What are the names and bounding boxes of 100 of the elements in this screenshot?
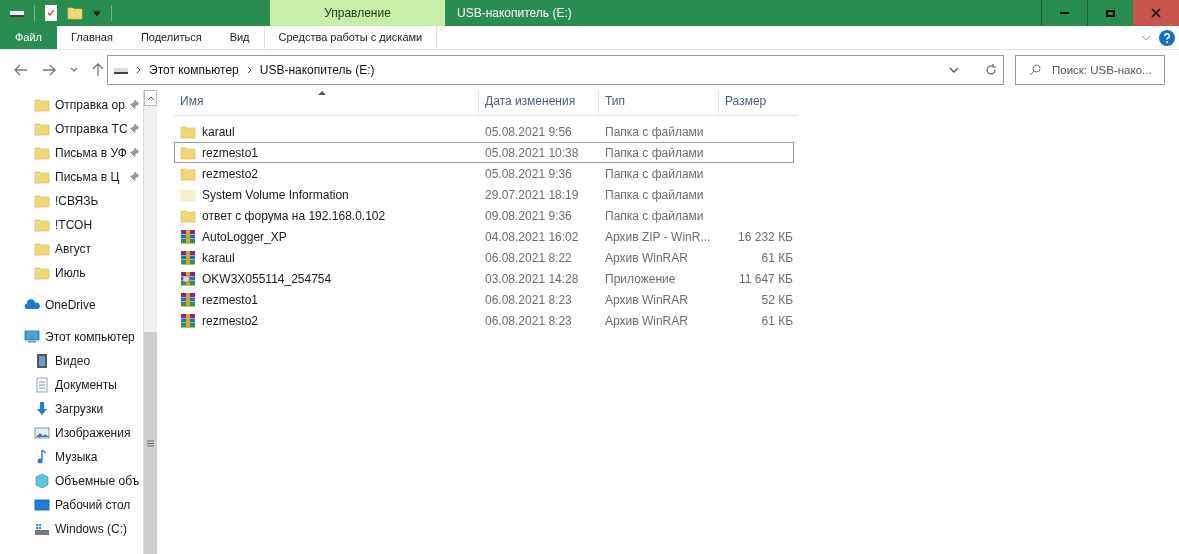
sidebar-item[interactable]: Июль [0, 261, 143, 285]
checklist-icon[interactable] [45, 5, 57, 21]
sidebar-item[interactable]: Видео [0, 349, 143, 373]
column-header[interactable]: Дата изменения [478, 90, 598, 115]
chevron-right-icon[interactable] [136, 66, 141, 74]
column-header[interactable]: Тип [598, 90, 718, 115]
file-name: rezmesto2 [202, 312, 259, 330]
folder-icon [34, 265, 50, 281]
file-row[interactable]: OKW3X055114_254754 03.08.2021 14:28 Приложение 11 647 КБ [174, 268, 794, 289]
context-tab-header: Управление [270, 0, 445, 26]
column-header[interactable]: Имя [174, 90, 478, 115]
file-row[interactable]: rezmesto1 05.08.2021 10:38 Папка с файлами [174, 142, 794, 163]
scroll-up-icon[interactable] [146, 95, 155, 101]
pin-icon [129, 172, 139, 182]
sidebar-item[interactable]: OneDrive [0, 293, 143, 317]
file-row[interactable]: System Volume Information 29.07.2021 18:19 Папка с файлами [174, 184, 794, 205]
folder-icon [34, 97, 50, 113]
date-cell-text: 05.08.2021 9:56 [484, 123, 573, 141]
file-row[interactable]: rezmesto2 05.08.2021 9:36 Папка с файлами [174, 163, 794, 184]
sidebar-item[interactable]: Изображения [0, 421, 143, 445]
chevron-right-icon[interactable] [246, 66, 252, 74]
folder-icon [34, 145, 50, 161]
sidebar-item[interactable]: Отправка ор [0, 93, 143, 117]
date-cell-text: 29.07.2021 18:19 [484, 186, 580, 204]
breadcrumb-item[interactable]: Этот компьютер [149, 61, 239, 79]
pin-icon [129, 100, 139, 110]
file-row[interactable]: karaul 06.08.2021 8:22 Архив WinRAR 61 КБ [174, 247, 794, 268]
sidebar-item[interactable]: Письма в Ц [0, 165, 143, 189]
drive-icon[interactable] [10, 8, 24, 18]
breadcrumb-item[interactable]: USB-накопитель (E:) [259, 61, 375, 79]
file-name: karaul [202, 123, 235, 141]
sidebar-item[interactable]: Рабочий стол [0, 493, 143, 517]
size-cell-text: 61 КБ [760, 249, 793, 267]
column-header[interactable]: Размер [718, 90, 798, 115]
forward-arrow-icon[interactable] [42, 64, 56, 76]
up-arrow-icon[interactable] [92, 63, 104, 77]
date-cell-text: 09.08.2021 9:36 [484, 207, 573, 225]
drive-icon [114, 66, 128, 74]
chevron-down-icon[interactable] [70, 67, 78, 73]
archive-icon [180, 228, 196, 245]
sidebar-item[interactable]: Отправка ТС [0, 117, 143, 141]
folder-icon [180, 165, 196, 182]
sidebar-item[interactable]: Этот компьютер [0, 325, 143, 349]
type-cell-text: Папка с файлами [604, 207, 705, 225]
cube-icon [34, 473, 50, 489]
close-button[interactable] [1133, 0, 1179, 26]
search-field[interactable]: Поиск: USB-нако... [1015, 55, 1165, 85]
date-cell-text: 06.08.2021 8:22 [484, 249, 573, 267]
sidebar-item[interactable]: Музыка [0, 445, 143, 469]
type-cell-text: Приложение [604, 270, 677, 288]
file-name: karaul [202, 249, 235, 267]
sidebar-item[interactable]: Windows (C:) [0, 517, 143, 541]
sidebar-item[interactable]: Письма в УФ [0, 141, 143, 165]
document-icon [34, 377, 50, 393]
ribbon-tab[interactable]: Средства работы с дисками [263, 26, 438, 49]
size-cell-text: 11 647 КБ [738, 270, 793, 288]
folder-icon [34, 217, 50, 233]
grip-icon [147, 439, 154, 447]
help-icon[interactable] [1159, 29, 1175, 46]
sidebar-item[interactable]: Август [0, 237, 143, 261]
archive-icon [180, 249, 196, 266]
type-cell-text: Архив WinRAR [604, 249, 689, 267]
sidebar-item[interactable]: Загрузки [0, 397, 143, 421]
search-icon [1029, 64, 1041, 76]
window-title: USB-накопитель (E:) [456, 5, 573, 22]
folder-icon [34, 121, 50, 137]
file-row[interactable]: AutoLogger_XP 04.08.2021 16:02 Архив ZIP - WinR... 16 232 КБ [174, 226, 794, 247]
archive-icon [180, 312, 196, 329]
folder-icon [34, 241, 50, 257]
application-icon [180, 270, 196, 287]
chevron-down-icon[interactable] [949, 67, 959, 73]
sidebar-item[interactable]: !ТСОН [0, 213, 143, 237]
file-name: rezmesto1 [202, 291, 259, 309]
folder-icon [180, 123, 196, 140]
refresh-icon[interactable] [985, 64, 997, 76]
close-icon [1151, 8, 1161, 18]
down-arrow-icon [34, 401, 50, 417]
sidebar-item[interactable]: !СВЯЗЬ [0, 189, 143, 213]
sidebar-scrollbar[interactable] [143, 90, 157, 554]
back-arrow-icon[interactable] [14, 64, 28, 76]
file-name: AutoLogger_XP [202, 228, 287, 246]
image-icon [34, 425, 50, 441]
drive-icon [34, 521, 50, 537]
file-row[interactable]: karaul 05.08.2021 9:56 Папка с файлами [174, 121, 794, 142]
address-bar[interactable]: Этот компьютер USB-накопитель (E:) [107, 55, 1004, 85]
date-cell-text: 05.08.2021 10:38 [484, 144, 580, 162]
file-row[interactable]: rezmesto2 06.08.2021 8:23 Архив WinRAR 61 КБ [174, 310, 794, 331]
type-cell-text: Архив WinRAR [604, 291, 689, 309]
folder-icon [34, 193, 50, 209]
dropdown-icon[interactable] [93, 10, 101, 16]
sidebar-item[interactable]: Объемные объ [0, 469, 143, 493]
folder-icon [180, 144, 196, 161]
folder-icon [34, 169, 50, 185]
sort-arrow-icon [318, 90, 326, 95]
folder-icon [180, 186, 196, 203]
type-cell-text: Папка с файлами [604, 165, 705, 183]
ribbon-tab[interactable]: Файл [0, 26, 57, 49]
sidebar-item[interactable]: Документы [0, 373, 143, 397]
file-row[interactable]: ответ с форума на 192.168.0.102 09.08.2021 9:36 Папка с файлами [174, 205, 794, 226]
file-row[interactable]: rezmesto1 06.08.2021 8:23 Архив WinRAR 52 КБ [174, 289, 794, 310]
